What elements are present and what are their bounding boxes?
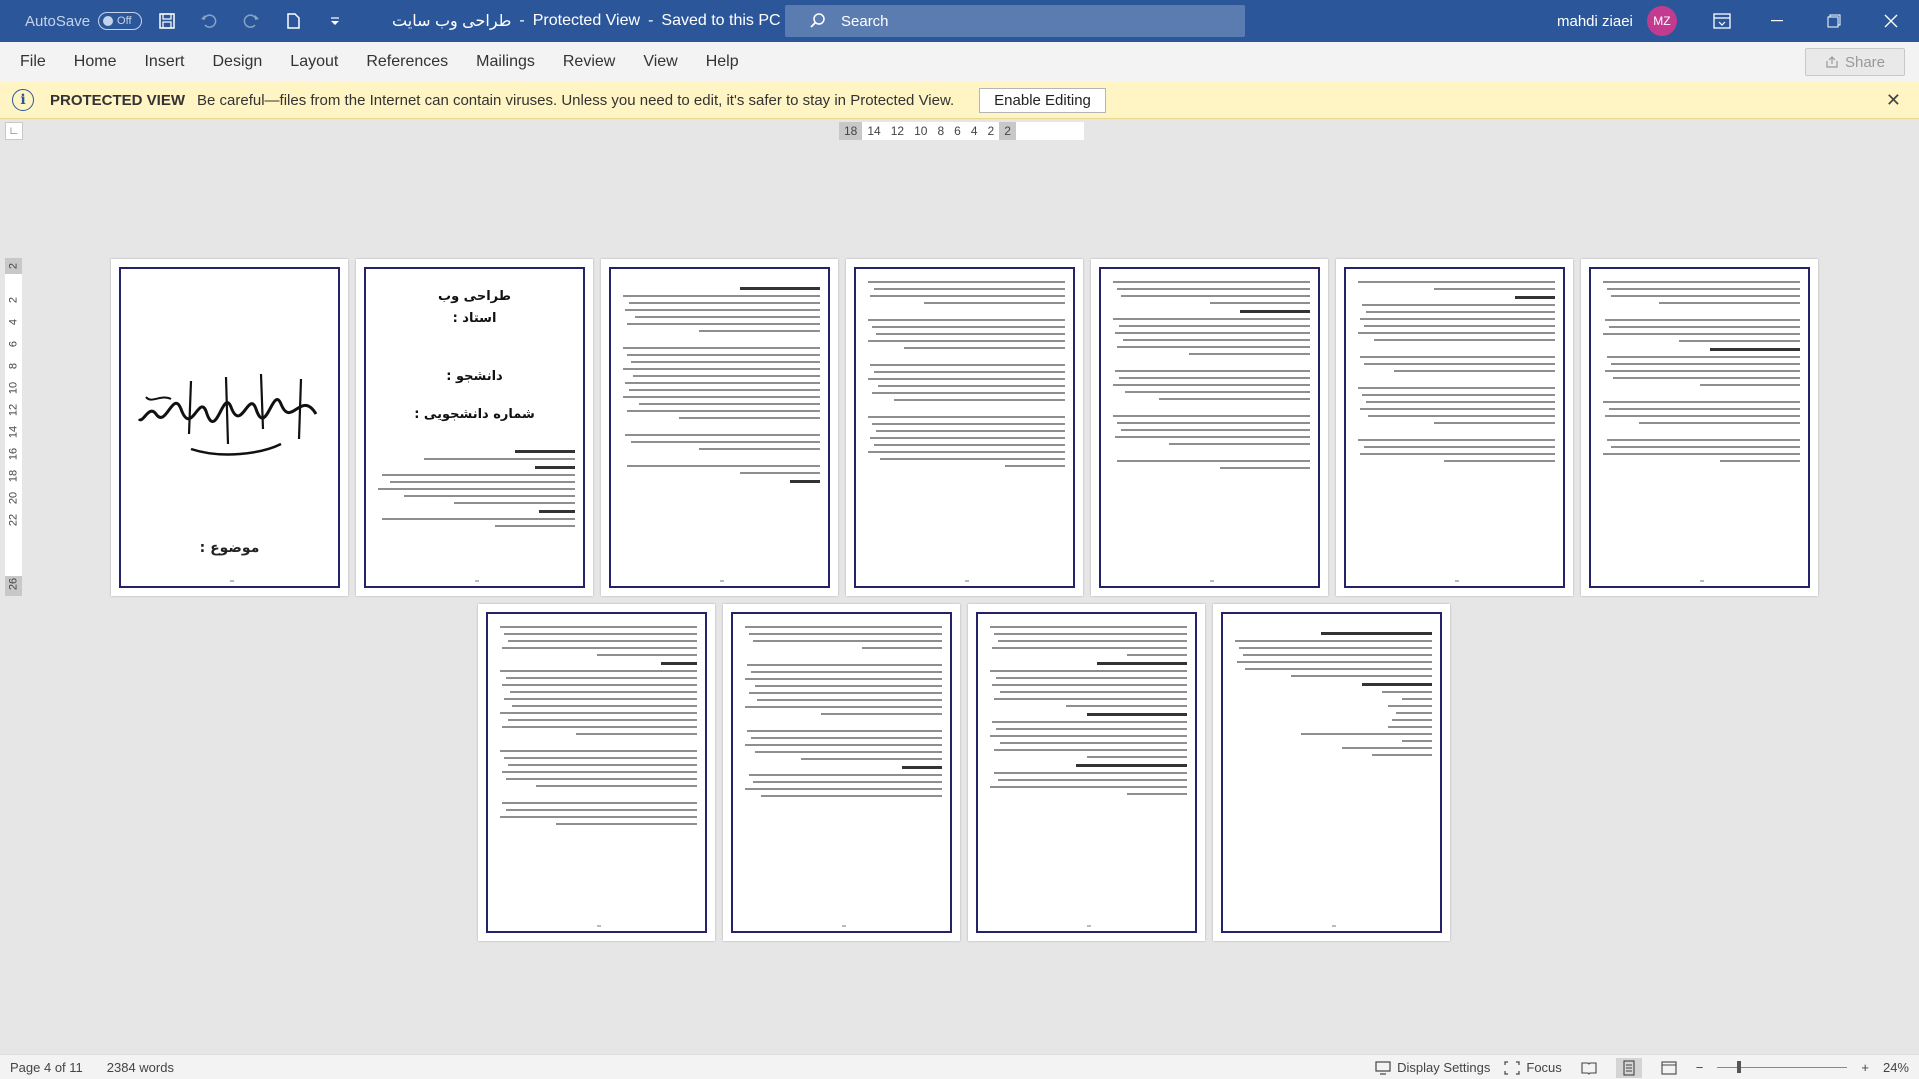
page-count[interactable]: Page 4 of 11 — [10, 1060, 83, 1075]
save-state: Saved to this PC — [661, 12, 781, 29]
zoom-level[interactable]: 24% — [1883, 1060, 1909, 1075]
page-9[interactable] — [723, 604, 960, 941]
tab-review[interactable]: Review — [549, 53, 629, 71]
page-1[interactable]: موضوع : — [111, 259, 348, 596]
search-icon — [810, 13, 825, 28]
page-4[interactable] — [846, 259, 1083, 596]
close-button[interactable] — [1862, 0, 1919, 42]
focus-icon — [1504, 1060, 1520, 1075]
zoom-slider[interactable] — [1717, 1061, 1848, 1073]
page-8[interactable] — [478, 604, 715, 941]
view-state: Protected View — [532, 12, 641, 29]
focus-button[interactable]: Focus — [1504, 1060, 1562, 1075]
account-menu[interactable]: mahdi ziaei MZ — [1557, 0, 1739, 42]
tab-layout[interactable]: Layout — [276, 53, 352, 71]
bismillah-calligraphy — [137, 373, 318, 456]
protected-view-bar: i PROTECTED VIEW Be careful—files from t… — [0, 82, 1919, 119]
tab-view[interactable]: View — [629, 53, 691, 71]
title-page-teacher: استاد : — [452, 311, 497, 326]
print-layout-icon[interactable] — [1615, 1057, 1642, 1078]
autosave-state: Off — [117, 15, 132, 27]
title-page-student: دانشجو : — [446, 369, 503, 384]
display-icon — [1375, 1060, 1391, 1075]
display-settings-button[interactable]: Display Settings — [1375, 1060, 1490, 1075]
share-button[interactable]: Share — [1805, 48, 1905, 76]
close-icon[interactable]: ✕ — [1886, 90, 1901, 111]
info-icon: i — [12, 89, 34, 111]
avatar[interactable]: MZ — [1646, 6, 1677, 36]
page-7[interactable] — [1581, 259, 1818, 596]
redo-icon[interactable] — [234, 4, 268, 38]
share-label: Share — [1844, 53, 1886, 71]
restore-button[interactable] — [1805, 0, 1862, 42]
ribbon-display-icon[interactable] — [1705, 4, 1739, 38]
title-page-student-number: شماره دانشجویی : — [414, 407, 535, 422]
customize-toolbar-icon[interactable] — [318, 4, 352, 38]
web-layout-icon[interactable] — [1656, 1058, 1682, 1078]
display-settings-label: Display Settings — [1397, 1060, 1491, 1075]
protected-view-title: PROTECTED VIEW — [50, 91, 186, 109]
tab-insert[interactable]: Insert — [130, 53, 198, 71]
page-3[interactable] — [601, 259, 838, 596]
enable-editing-button[interactable]: Enable Editing — [979, 87, 1106, 113]
word-count[interactable]: 2384 words — [107, 1060, 174, 1075]
tab-references[interactable]: References — [352, 53, 462, 71]
focus-label: Focus — [1526, 1060, 1562, 1075]
protected-view-message: Be careful—files from the Internet can c… — [197, 91, 955, 109]
autosave-toggle[interactable]: AutoSave Off — [25, 12, 143, 30]
doc-title: طراحی وب سایت — [392, 13, 512, 30]
ribbon-tabs: File Home Insert Design Layout Reference… — [0, 42, 1919, 82]
new-document-icon[interactable] — [276, 4, 310, 38]
page-6[interactable] — [1336, 259, 1573, 596]
horizontal-ruler[interactable]: 18 14 12 10 8 6 4 2 2 — [839, 122, 1084, 140]
title-bar: AutoSave Off طراحی وب سایت - Protected V… — [0, 0, 1919, 42]
undo-icon[interactable] — [192, 4, 226, 38]
page-11[interactable] — [1213, 604, 1450, 941]
zoom-in-button[interactable]: + — [1861, 1060, 1869, 1075]
page-10[interactable] — [968, 604, 1205, 941]
tab-mailings[interactable]: Mailings — [462, 53, 549, 71]
vertical-ruler[interactable]: 2 2 4 6 8 10 12 14 16 18 20 22 26 — [5, 258, 22, 596]
share-icon — [1826, 56, 1838, 68]
tab-help[interactable]: Help — [692, 53, 753, 71]
minimize-button[interactable] — [1748, 0, 1805, 42]
status-bar: Page 4 of 11 2384 words Display Settings… — [0, 1054, 1919, 1079]
zoom-out-button[interactable]: − — [1696, 1060, 1704, 1075]
tab-file[interactable]: File — [0, 53, 60, 71]
user-name: mahdi ziaei — [1557, 12, 1633, 30]
document-title[interactable]: طراحی وب سایت - Protected View - Saved t… — [392, 11, 802, 31]
search-input[interactable]: Search — [785, 5, 1245, 37]
read-mode-icon[interactable] — [1576, 1058, 1602, 1078]
autosave-switch[interactable]: Off — [98, 12, 143, 30]
title-page-title: طراحی وب — [438, 289, 511, 304]
cover-topic: موضوع : — [199, 540, 260, 556]
tab-selector[interactable]: ∟ — [5, 122, 23, 140]
save-icon[interactable] — [150, 4, 184, 38]
page-2[interactable]: طراحی وب استاد : دانشجو : شماره دانشجویی… — [356, 259, 593, 596]
tab-home[interactable]: Home — [60, 53, 131, 71]
tab-design[interactable]: Design — [198, 53, 276, 71]
autosave-label: AutoSave — [25, 12, 91, 30]
search-placeholder: Search — [841, 12, 889, 30]
page-5[interactable] — [1091, 259, 1328, 596]
